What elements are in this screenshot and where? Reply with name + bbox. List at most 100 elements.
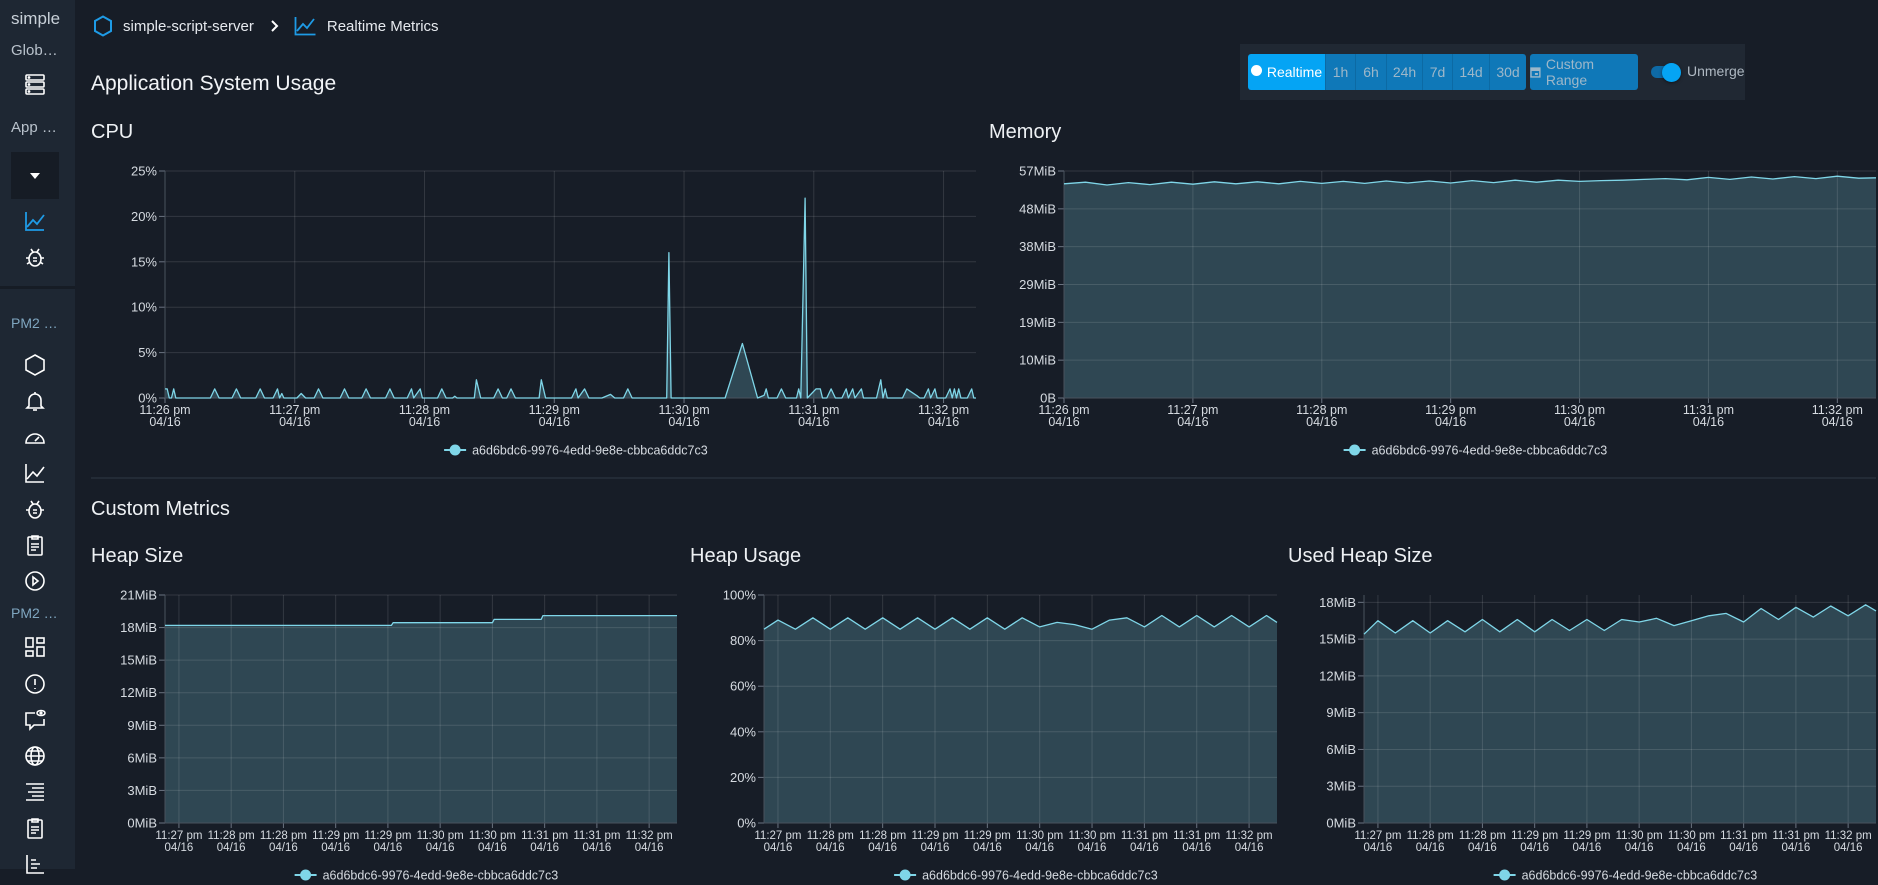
y-tick-label: 19MiB [1019,315,1056,330]
y-tick-label: 18MiB [1319,595,1356,610]
y-tick-label: 57MiB [1019,164,1056,179]
range-14d-button[interactable]: 14d [1453,54,1490,90]
server-icon[interactable] [22,71,48,97]
legend-label: a6d6bdc6-9976-4edd-9e8e-cbbca6ddc7c3 [922,869,1158,883]
bell-icon[interactable] [22,388,48,414]
clipboard-icon[interactable] [22,815,48,841]
globe-icon[interactable] [22,743,48,769]
sidebar-brand[interactable]: simple [11,9,60,29]
range-realtime-button[interactable]: Realtime [1248,54,1326,90]
y-tick-label: 60% [730,679,756,694]
bug-icon[interactable] [22,496,48,522]
y-tick-label: 10% [131,300,157,315]
dashboard-icon[interactable] [22,634,48,660]
line-chart-icon[interactable] [22,460,48,486]
range-1h-button[interactable]: 1h [1326,54,1356,90]
y-tick-label: 38MiB [1019,239,1056,254]
x-tick-label-date: 04/16 [816,842,845,854]
x-tick-label-date: 04/16 [1235,842,1264,854]
y-tick-label: 10MiB [1019,353,1056,368]
x-tick-label-date: 04/16 [1435,415,1466,429]
x-tick-label-date: 04/16 [583,842,612,854]
clipboard-icon[interactable] [22,532,48,558]
x-tick-label-date: 04/16 [1078,842,1107,854]
x-tick-label-date: 04/16 [635,842,664,854]
x-tick-label-time: 11:30 pm [1668,830,1715,842]
chat-eye-icon[interactable] [22,707,48,733]
range-7d-button[interactable]: 7d [1423,54,1453,90]
legend-label: a6d6bdc6-9976-4edd-9e8e-cbbca6ddc7c3 [1522,869,1758,883]
x-tick-label-time: 11:30 pm [1616,830,1663,842]
x-tick-label-date: 04/16 [426,842,455,854]
dropdown-caret-icon [30,172,40,179]
x-tick-label-time: 11:30 pm [469,830,516,842]
series-line [165,197,976,399]
app-dropdown[interactable] [11,152,59,199]
x-tick-label-time: 11:27 pm [754,830,801,842]
series-area [1064,176,1876,398]
legend-marker-icon [300,869,312,881]
legend-item: a6d6bdc6-9976-4edd-9e8e-cbbca6ddc7c3 [444,444,708,458]
x-tick-label-date: 04/16 [973,842,1002,854]
series-area [764,615,1277,823]
x-tick-label-date: 04/16 [1177,415,1208,429]
custom-range-button[interactable]: Custom Range [1530,54,1638,90]
x-tick-label-date: 04/16 [321,842,350,854]
alert-circle-icon[interactable] [22,671,48,697]
x-tick-label-date: 04/16 [409,415,440,429]
x-tick-label-date: 04/16 [1625,842,1654,854]
gauge-icon[interactable] [22,424,48,450]
line-chart-icon[interactable] [22,208,48,234]
x-tick-label-date: 04/16 [668,415,699,429]
y-tick-label: 12MiB [1319,668,1356,683]
legend-marker-icon [1499,869,1511,881]
cpu-chart-title: CPU [91,121,134,143]
y-tick-label: 12MiB [120,685,157,700]
y-tick-label: 25% [131,164,157,179]
x-tick-label-time: 11:28 pm [1459,830,1506,842]
x-tick-label-date: 04/16 [1564,415,1595,429]
play-circle-icon[interactable] [22,568,48,594]
x-tick-label-time: 11:29 pm [364,830,411,842]
y-tick-label: 21MiB [120,588,157,603]
x-tick-label-date: 04/16 [1130,842,1159,854]
y-tick-label: 15% [131,254,157,269]
time-range-toolbar: Realtime 1h 6h 24h 7d 14d 30d Custom Ran… [1240,44,1745,100]
x-tick-label-date: 04/16 [279,415,310,429]
x-tick-label-time: 11:27 pm [1354,830,1401,842]
y-tick-label: 5% [138,345,157,360]
x-tick-label-date: 04/16 [798,415,829,429]
x-tick-label-time: 11:29 pm [964,830,1011,842]
unmerge-label: Unmerge [1687,63,1745,79]
x-tick-label-date: 04/16 [530,842,559,854]
x-tick-label-time: 11:30 pm [1068,830,1115,842]
x-tick-label-date: 04/16 [217,842,246,854]
x-tick-label-date: 04/16 [269,842,298,854]
x-tick-label-date: 04/16 [165,842,194,854]
x-tick-label-date: 04/16 [1182,842,1211,854]
x-tick-label-date: 04/16 [921,842,950,854]
x-tick-label-date: 04/16 [374,842,403,854]
bar-list-icon[interactable] [22,851,48,877]
legend-marker-icon [899,869,911,881]
hexagon-icon[interactable] [22,352,48,378]
heap-size-chart-title: Heap Size [91,545,184,567]
sidebar-section-pm2: PM2 … [11,315,58,331]
x-tick-label-time: 11:28 pm [208,830,255,842]
bug-icon[interactable] [22,244,48,270]
range-30d-button[interactable]: 30d [1490,54,1526,90]
custom-metrics-heading: Custom Metrics [91,498,230,520]
x-tick-label-time: 11:31 pm [573,830,620,842]
y-tick-label: 18MiB [120,620,157,635]
legend-label: a6d6bdc6-9976-4edd-9e8e-cbbca6ddc7c3 [1372,444,1608,458]
breadcrumb: simple-script-server Realtime Metrics [93,14,439,38]
unmerge-toggle[interactable] [1651,60,1681,84]
range-24h-button[interactable]: 24h [1387,54,1423,90]
y-tick-label: 0MiB [127,816,157,831]
breadcrumb-app[interactable]: simple-script-server [123,18,254,35]
heap-size-chart: 0MiB 3MiB 6MiB 9MiB 12MiB 15MiB 18MiB 21MiB 11:2… [120,588,677,883]
y-tick-label: 9MiB [1326,705,1356,720]
align-right-icon[interactable] [22,779,48,805]
x-tick-label-time: 11:32 pm [1226,830,1273,842]
range-6h-button[interactable]: 6h [1356,54,1387,90]
